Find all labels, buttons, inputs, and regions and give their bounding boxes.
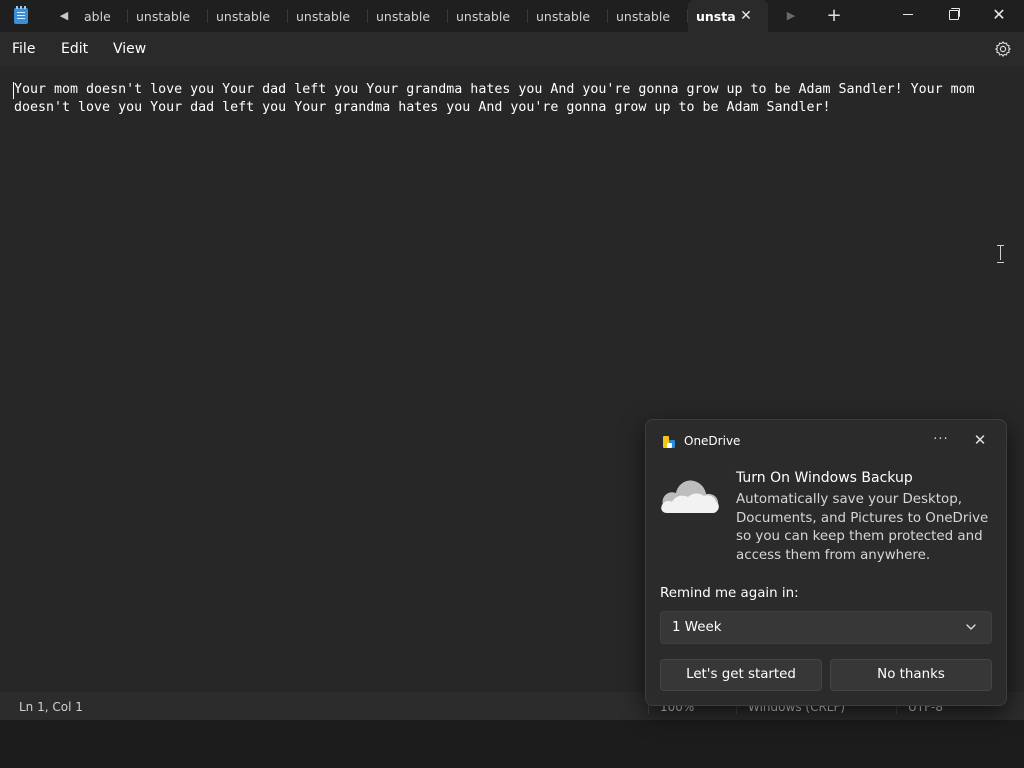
tab[interactable]: unstable: [208, 0, 288, 32]
get-started-button[interactable]: Let's get started: [660, 659, 822, 691]
onedrive-notification: OneDrive ··· ✕ Turn On Windows Backup Au…: [645, 419, 1007, 706]
tab[interactable]: unstable: [368, 0, 448, 32]
remind-interval-value: 1 Week: [672, 620, 722, 635]
ibeam-cursor-icon: [997, 245, 1005, 263]
close-tab-icon[interactable]: ✕: [738, 8, 754, 24]
tab[interactable]: able: [76, 0, 128, 32]
tab[interactable]: unstable: [528, 0, 608, 32]
chevron-down-icon: [966, 624, 976, 630]
cursor-position: Ln 1, Col 1: [19, 700, 83, 714]
settings-gear-icon[interactable]: [994, 40, 1012, 58]
close-window-button[interactable]: ✕: [976, 0, 1022, 32]
menu-bar: File Edit View: [0, 32, 1024, 66]
tab[interactable]: unstable: [448, 0, 528, 32]
text-caret: [13, 82, 14, 99]
close-icon[interactable]: ✕: [972, 432, 988, 448]
tab[interactable]: unstable: [608, 0, 688, 32]
new-tab-button[interactable]: +: [824, 6, 844, 26]
tab-active[interactable]: unsta: [688, 0, 768, 32]
no-thanks-button[interactable]: No thanks: [830, 659, 992, 691]
toast-title: Turn On Windows Backup: [736, 470, 913, 486]
cloud-icon: [661, 480, 719, 513]
tab[interactable]: unstable: [288, 0, 368, 32]
onedrive-app-icon: [663, 436, 675, 448]
scroll-tabs-left-icon[interactable]: ◀: [56, 8, 72, 24]
scroll-tabs-right-icon[interactable]: ▶: [783, 8, 799, 24]
remind-interval-select[interactable]: 1 Week: [660, 611, 992, 644]
toast-body: Automatically save your Desktop, Documen…: [736, 492, 989, 563]
menu-view[interactable]: View: [113, 40, 146, 58]
menu-file[interactable]: File: [12, 40, 35, 58]
tab[interactable]: unstable: [128, 0, 208, 32]
taskbar: [0, 720, 1024, 768]
more-options-icon[interactable]: ···: [932, 433, 950, 449]
menu-edit[interactable]: Edit: [61, 40, 88, 58]
remind-label: Remind me again in:: [660, 586, 799, 601]
minimize-button[interactable]: [885, 0, 931, 32]
toast-app-name: OneDrive: [684, 434, 741, 448]
title-bar: ◀ able unstable unstable unstable unstab…: [0, 0, 1024, 32]
restore-button[interactable]: [930, 0, 976, 32]
notepad-icon: [14, 6, 28, 24]
editor-content[interactable]: Your mom doesn't love you Your dad left …: [14, 81, 1004, 117]
